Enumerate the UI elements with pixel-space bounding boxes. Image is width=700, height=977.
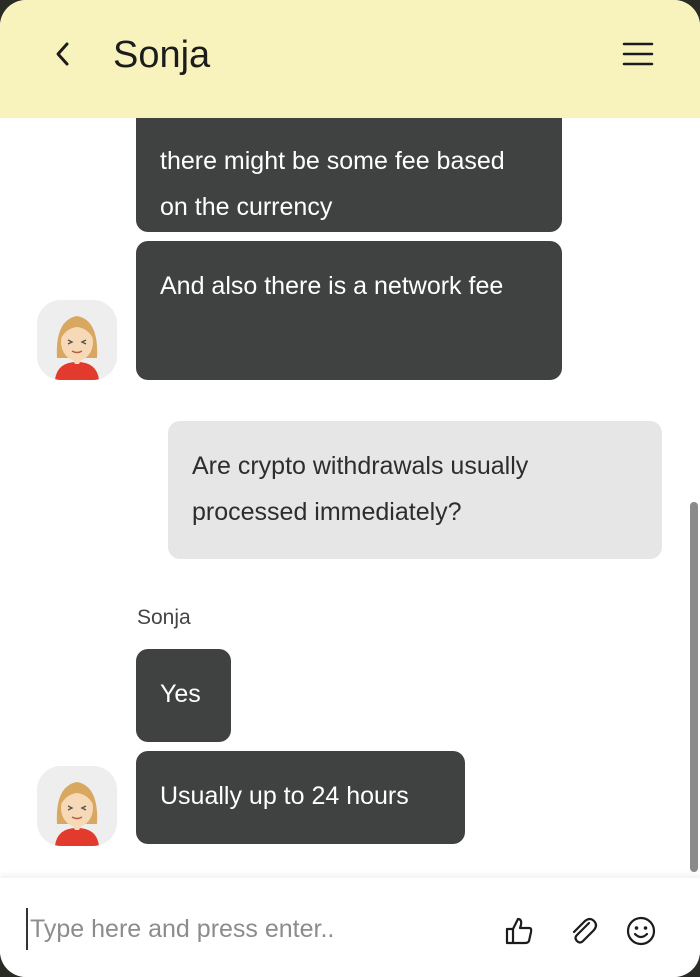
attach-button[interactable]	[566, 914, 600, 948]
menu-button[interactable]	[616, 34, 660, 74]
scrollbar-thumb[interactable]	[690, 502, 698, 872]
thumbs-up-icon	[505, 917, 533, 945]
message-text: Yes	[160, 680, 201, 708]
agent-message: Usually up to 24 hours	[136, 751, 465, 844]
message-text: And also there is a network fee	[160, 272, 504, 300]
chevron-left-icon	[56, 42, 69, 66]
thumbs-up-button[interactable]	[502, 914, 536, 948]
hamburger-menu-icon	[622, 42, 654, 66]
user-message: Are crypto withdrawals usually processed…	[168, 421, 662, 559]
message-text: Are crypto withdrawals usually processed…	[192, 452, 529, 526]
message-list[interactable]: there might be some fee based on the cur…	[0, 118, 700, 878]
paperclip-icon	[572, 917, 598, 944]
back-button[interactable]	[40, 32, 84, 76]
agent-message: Yes	[136, 649, 231, 742]
agent-message: there might be some fee based on the cur…	[136, 118, 562, 232]
emoji-button[interactable]	[624, 914, 658, 948]
agent-avatar	[37, 766, 117, 846]
female-avatar-icon	[37, 300, 117, 380]
message-input[interactable]	[26, 908, 472, 950]
chat-title: Sonja	[113, 34, 211, 76]
female-avatar-icon	[37, 766, 117, 846]
message-text: there might be some fee based on the cur…	[160, 147, 505, 221]
sender-name: Sonja	[137, 606, 191, 629]
chat-header: Sonja	[0, 0, 700, 118]
agent-message: And also there is a network fee	[136, 241, 562, 380]
agent-avatar	[37, 300, 117, 380]
message-text: Usually up to 24 hours	[160, 782, 409, 810]
message-composer	[0, 878, 700, 977]
chat-widget: Sonja there might be some fee based on t…	[0, 0, 700, 977]
smiley-icon	[626, 916, 656, 946]
